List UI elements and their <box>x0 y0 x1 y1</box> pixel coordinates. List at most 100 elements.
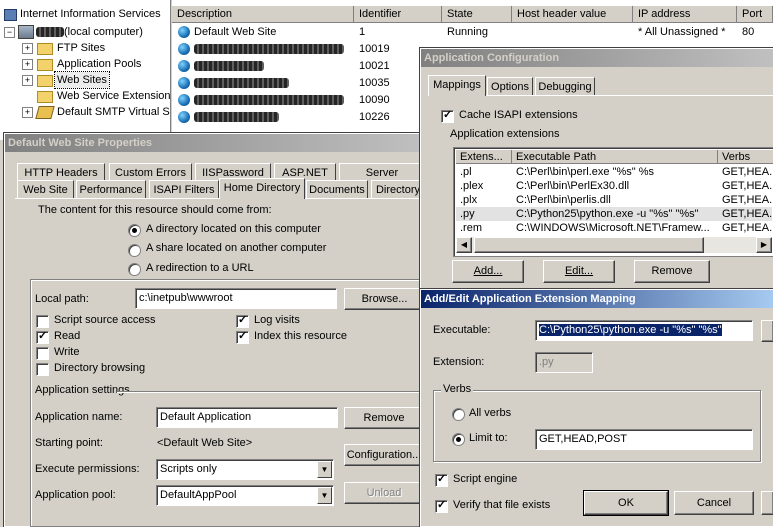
verbs-cell[interactable]: GET,HEA... <box>718 221 772 235</box>
log-visits-checkbox[interactable]: ✓ <box>236 314 249 328</box>
row-identifier: 10019 <box>359 43 390 55</box>
scrollbar-thumb[interactable] <box>474 237 704 253</box>
tab-debugging[interactable]: Debugging <box>535 77 595 95</box>
tab-mappings[interactable]: Mappings <box>428 75 486 96</box>
scroll-left-icon[interactable]: ◀ <box>456 237 472 253</box>
dir-browsing-checkbox[interactable] <box>36 363 49 376</box>
tab-web-site[interactable]: Web Site <box>17 180 74 198</box>
tab-documents[interactable]: Documents <box>306 180 368 198</box>
col-port[interactable]: Port <box>737 6 773 23</box>
tree-item-smtp[interactable]: + Default SMTP Virtual Server <box>22 104 170 120</box>
exec-perm-select[interactable]: Scripts only ▼ <box>156 459 334 480</box>
col-verbs[interactable]: Verbs <box>718 150 773 164</box>
extension-input[interactable]: .py <box>535 352 593 373</box>
redacted-name <box>194 61 264 71</box>
tree-item-web-sites[interactable]: + Web Sites <box>22 71 170 89</box>
unload-button[interactable]: Unload <box>344 482 424 504</box>
tab-performance[interactable]: Performance <box>76 180 146 198</box>
add-mapping-button[interactable]: Add... <box>452 260 524 283</box>
properties-title-bar[interactable]: Default Web Site Properties <box>5 134 425 152</box>
expand-icon[interactable]: + <box>22 107 33 118</box>
verify-file-checkbox[interactable]: ✓ <box>435 499 448 513</box>
app-name-input[interactable]: Default Application <box>156 407 338 428</box>
tree-item-ftp-sites[interactable]: + FTP Sites <box>22 40 170 56</box>
col-identifier[interactable]: Identifier <box>354 6 442 23</box>
radio-redirect[interactable] <box>128 263 141 276</box>
radio-limit-to[interactable] <box>452 433 465 446</box>
radio-all-verbs[interactable] <box>452 408 465 421</box>
cancel-button[interactable]: Cancel <box>674 491 754 515</box>
app-config-title-bar[interactable]: Application Configuration <box>421 49 773 67</box>
properties-window[interactable]: Default Web Site Properties HTTP Headers… <box>3 132 427 527</box>
tree-item-web-service-ext[interactable]: Web Service Extensions <box>22 88 170 104</box>
cache-isapi-checkbox[interactable]: ✓ <box>441 109 454 123</box>
remove-app-button[interactable]: Remove <box>344 407 424 429</box>
expand-icon[interactable]: + <box>22 75 33 86</box>
remove-mapping-button[interactable]: Remove <box>634 260 710 283</box>
ext-cell[interactable]: .rem <box>456 221 512 235</box>
verbs-cell[interactable]: GET,HEA... <box>718 207 772 221</box>
script-engine-label: Script engine <box>453 473 518 485</box>
col-executable-path[interactable]: Executable Path <box>512 150 718 164</box>
tree-item-label: FTP Sites <box>57 42 106 54</box>
script-source-checkbox[interactable] <box>36 315 49 328</box>
app-pool-select[interactable]: DefaultAppPool ▼ <box>156 485 334 506</box>
script-engine-checkbox[interactable]: ✓ <box>435 473 448 487</box>
col-description[interactable]: Description <box>172 6 354 23</box>
tab-home-directory[interactable]: Home Directory <box>219 178 305 199</box>
ext-cell[interactable]: .pl <box>456 165 512 179</box>
iis-tree-pane[interactable]: Internet Information Services − (local c… <box>0 0 171 140</box>
tab-directory-security[interactable]: Directory Security <box>371 180 425 198</box>
expand-icon[interactable]: + <box>22 43 33 54</box>
path-cell[interactable]: C:\Perl\bin\perlis.dll <box>512 193 718 207</box>
tab-options[interactable]: Options <box>487 77 533 95</box>
tab-isapi-filters[interactable]: ISAPI Filters <box>149 180 219 198</box>
col-state[interactable]: State <box>442 6 512 23</box>
ext-cell[interactable]: .plx <box>456 193 512 207</box>
read-checkbox[interactable]: ✓ <box>36 330 49 344</box>
radio-directory[interactable] <box>128 224 141 237</box>
verbs-cell[interactable]: GET,HEA... <box>718 193 772 207</box>
dropdown-arrow-icon[interactable]: ▼ <box>317 461 332 478</box>
web-site-icon <box>178 77 190 89</box>
ext-cell[interactable]: .plex <box>456 179 512 193</box>
col-host-header[interactable]: Host header value <box>512 6 633 23</box>
path-cell[interactable]: C:\WINDOWS\Microsoft.NET\Framew... <box>512 221 718 235</box>
help-button[interactable] <box>761 491 773 515</box>
radio-share[interactable] <box>128 244 141 257</box>
list-row[interactable]: Default Web Site 1 Running * All Unassig… <box>172 24 773 40</box>
path-cell[interactable]: C:\Perl\bin\PerlEx30.dll <box>512 179 718 193</box>
iis-icon <box>4 9 17 21</box>
app-settings-heading: Application settings <box>35 384 130 396</box>
expand-icon[interactable]: + <box>22 59 33 70</box>
dropdown-arrow-icon[interactable]: ▼ <box>317 487 332 504</box>
local-path-input[interactable]: c:\inetpub\wwwroot <box>135 288 337 309</box>
col-extension[interactable]: Extens... <box>456 150 512 164</box>
tree-computer[interactable]: − (local computer) <box>4 24 170 40</box>
tab-server-extensions[interactable]: Server Extensions <box>339 163 425 181</box>
col-ip-address[interactable]: IP address <box>633 6 737 23</box>
mapping-dialog[interactable]: Add/Edit Application Extension Mapping E… <box>419 288 773 527</box>
ext-cell[interactable]: .py <box>456 207 512 221</box>
collapse-icon[interactable]: − <box>4 27 15 38</box>
configuration-button[interactable]: Configuration... <box>344 444 424 466</box>
verbs-cell[interactable]: GET,HEA... <box>718 165 772 179</box>
write-checkbox[interactable] <box>36 347 49 360</box>
executable-browse-button[interactable] <box>761 320 773 342</box>
mapping-title-bar[interactable]: Add/Edit Application Extension Mapping <box>421 290 773 308</box>
path-cell[interactable]: C:\Python25\python.exe -u "%s" "%s" <box>512 207 718 221</box>
index-checkbox[interactable]: ✓ <box>236 330 249 344</box>
app-extensions-table[interactable]: Extens... Executable Path Verbs .pl C:\P… <box>453 147 773 257</box>
limit-to-input[interactable]: GET,HEAD,POST <box>535 429 753 450</box>
tab-custom-errors[interactable]: Custom Errors <box>109 163 192 181</box>
ok-button[interactable]: OK <box>583 490 669 516</box>
edit-mapping-button[interactable]: Edit... <box>543 260 615 283</box>
verbs-cell[interactable]: GET,HEA... <box>718 179 772 193</box>
browse-button[interactable]: Browse... <box>344 288 425 310</box>
path-cell[interactable]: C:\Perl\bin\perl.exe "%s" %s <box>512 165 718 179</box>
tab-http-headers[interactable]: HTTP Headers <box>17 163 105 181</box>
horizontal-scrollbar[interactable]: ◀ ▶ <box>456 237 772 253</box>
scroll-right-icon[interactable]: ▶ <box>756 237 772 253</box>
executable-input[interactable]: C:\Python25\python.exe -u "%s" "%s" <box>535 320 753 341</box>
tree-item-app-pools[interactable]: + Application Pools <box>22 56 170 72</box>
